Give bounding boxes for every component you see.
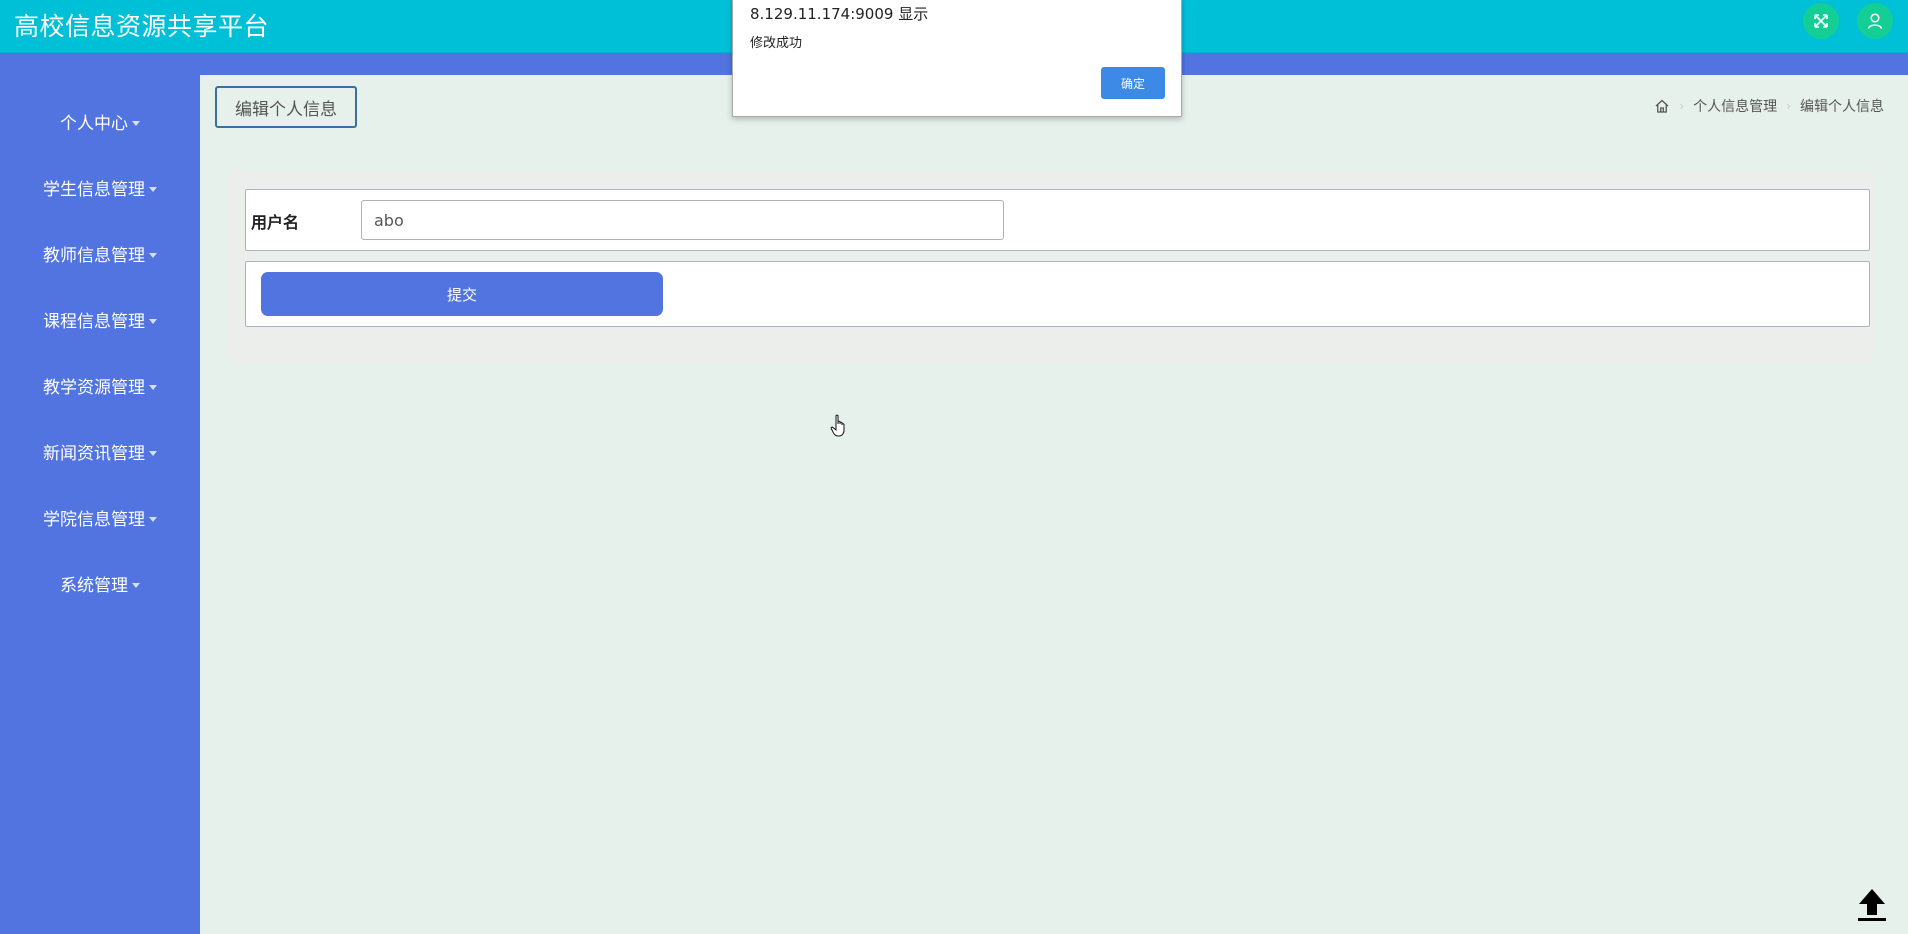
sidebar-item-label: 新闻资讯管理 — [43, 444, 145, 464]
back-to-top-button[interactable] — [1853, 884, 1891, 924]
breadcrumb-item[interactable]: 个人信息管理 — [1693, 96, 1777, 116]
caret-down-icon — [149, 319, 157, 324]
caret-down-icon — [132, 583, 140, 588]
submit-button[interactable]: 提交 — [261, 272, 663, 316]
user-button[interactable] — [1857, 3, 1893, 39]
sidebar-item-label: 个人中心 — [60, 114, 128, 134]
sidebar: 个人中心 学生信息管理 教师信息管理 课程信息管理 教学资源管理 新闻资讯管理 … — [0, 75, 200, 934]
caret-down-icon — [149, 187, 157, 192]
caret-down-icon — [149, 451, 157, 456]
arrow-up-icon — [1858, 889, 1886, 921]
sidebar-item-colleges[interactable]: 学院信息管理 — [0, 508, 200, 532]
sidebar-item-label: 课程信息管理 — [43, 312, 145, 332]
alert-dialog: 8.129.11.174:9009 显示 修改成功 确定 — [732, 0, 1182, 117]
sidebar-item-label: 学院信息管理 — [43, 510, 145, 530]
hand-cursor-icon — [830, 414, 848, 442]
username-input[interactable] — [361, 200, 1004, 240]
sidebar-item-students[interactable]: 学生信息管理 — [0, 178, 200, 202]
sidebar-item-label: 教学资源管理 — [43, 378, 145, 398]
sidebar-item-courses[interactable]: 课程信息管理 — [0, 310, 200, 334]
sidebar-item-teachers[interactable]: 教师信息管理 — [0, 244, 200, 268]
caret-down-icon — [132, 121, 140, 126]
breadcrumb: › 个人信息管理 › 编辑个人信息 — [1654, 96, 1884, 116]
breadcrumb-separator: › — [1786, 99, 1791, 113]
dialog-ok-button[interactable]: 确定 — [1101, 67, 1165, 99]
user-icon — [1867, 13, 1883, 29]
fullscreen-icon — [1814, 14, 1828, 28]
fullscreen-button[interactable] — [1803, 3, 1839, 39]
dialog-message: 修改成功 — [750, 36, 803, 51]
sidebar-item-label: 系统管理 — [60, 576, 128, 596]
sidebar-item-system[interactable]: 系统管理 — [0, 574, 200, 598]
username-label: 用户名 — [251, 213, 300, 232]
sidebar-item-teaching-resources[interactable]: 教学资源管理 — [0, 376, 200, 400]
sidebar-item-personal-center[interactable]: 个人中心 — [0, 112, 200, 136]
home-icon[interactable] — [1654, 98, 1670, 114]
sidebar-item-label: 学生信息管理 — [43, 180, 145, 200]
caret-down-icon — [149, 517, 157, 522]
sidebar-item-label: 教师信息管理 — [43, 246, 145, 266]
breadcrumb-separator: › — [1679, 99, 1685, 113]
caret-down-icon — [149, 385, 157, 390]
sidebar-item-news[interactable]: 新闻资讯管理 — [0, 442, 200, 466]
breadcrumb-item-current: 编辑个人信息 — [1800, 99, 1884, 115]
page-title-tab[interactable]: 编辑个人信息 — [215, 86, 357, 128]
dialog-title: 8.129.11.174:9009 显示 — [750, 5, 929, 23]
caret-down-icon — [149, 253, 157, 258]
app-title: 高校信息资源共享平台 — [14, 12, 270, 41]
